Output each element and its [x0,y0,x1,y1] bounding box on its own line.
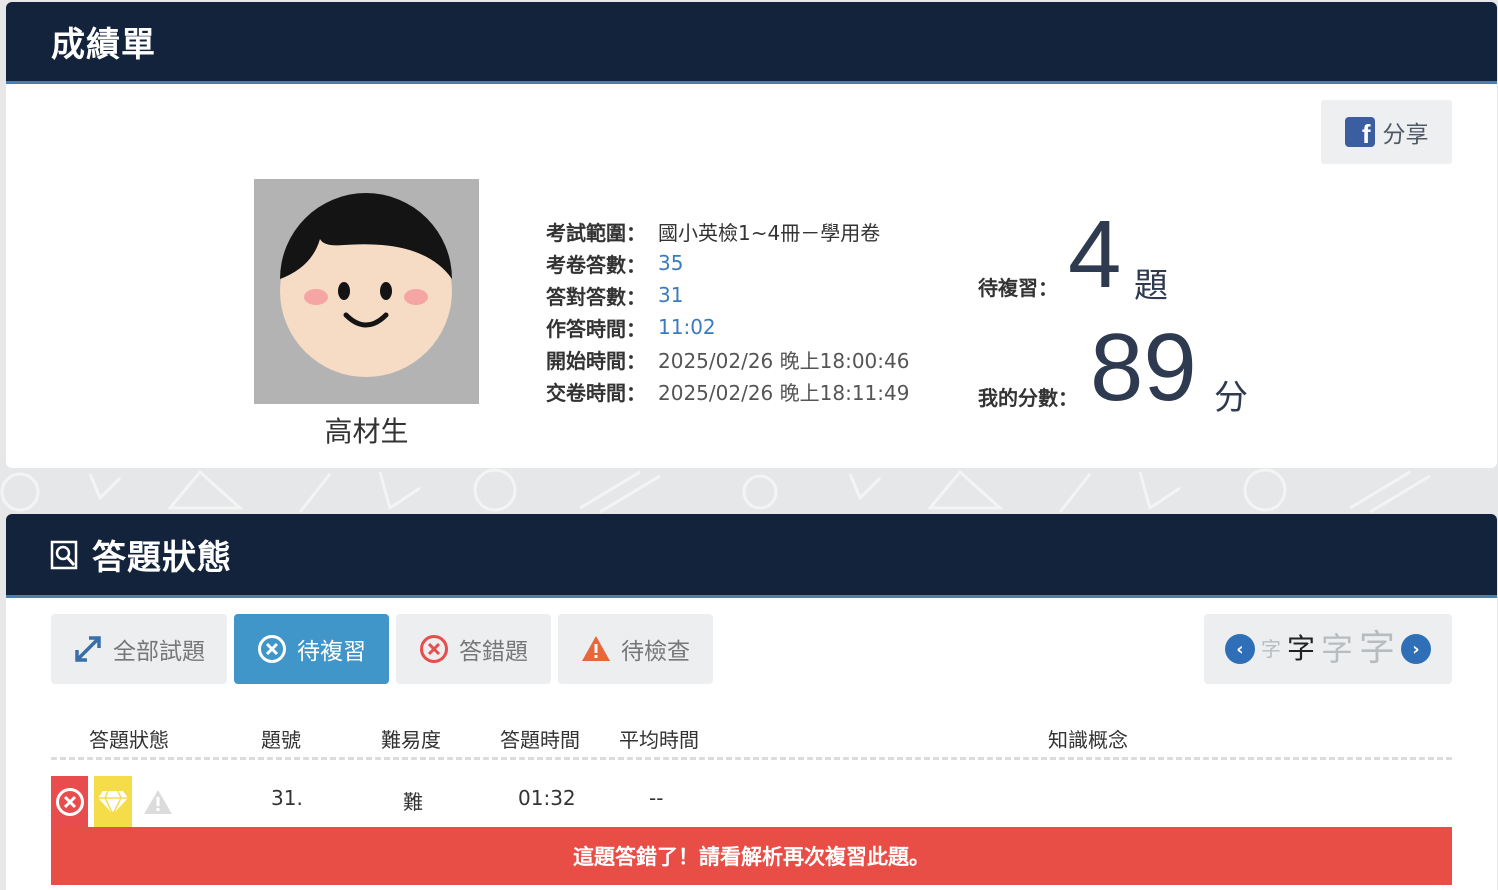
x-circle-red-icon [420,635,448,663]
info-label: 交卷時間： [546,380,646,405]
wrong-answer-alert: 這題答錯了！請看解析再次複習此題。 [51,827,1452,885]
score-unit: 分 [1214,378,1248,418]
col-difficulty: 難易度 [381,728,441,752]
font-size-option[interactable]: 字 [1359,631,1395,667]
pending-review-count: 4 [1068,201,1122,308]
report-header: 成績單 [6,2,1497,84]
share-button[interactable]: f 分享 [1321,100,1452,164]
info-value: 國小英檢1~4冊－學用卷 [658,220,881,245]
table-row[interactable]: 31. 難 01:32 -- [51,776,1452,828]
diamond-icon [98,790,128,815]
x-circle-icon [258,635,286,663]
smiling-face-avatar-icon [280,193,452,377]
facebook-icon: f [1344,117,1375,147]
info-label: 答對答數： [546,284,646,309]
info-value: 35 [658,251,684,275]
warning-icon [582,636,610,661]
font-size-prev-button[interactable]: ‹ [1224,634,1255,664]
document-search-icon [50,540,78,569]
question-avg-time: -- [649,786,664,810]
info-label: 考試範圍： [546,220,646,245]
tab-to-check[interactable]: 待檢查 [558,614,713,684]
info-row-correct: 答對答數： 31 [546,279,909,311]
question-number: 31. [271,786,303,810]
info-row-duration: 作答時間： 11:02 [546,311,909,343]
info-value: 11:02 [658,315,716,339]
col-number: 題號 [261,728,301,752]
tab-label: 待複習 [297,639,366,665]
tab-pending-review[interactable]: 待複習 [234,614,389,684]
background-doodle-pattern [0,468,1431,514]
avatar [254,179,479,404]
tab-label: 全部試題 [113,639,205,665]
font-size-next-button[interactable]: › [1401,634,1432,664]
check-status-badge [139,776,177,828]
col-status: 答題狀態 [89,728,169,752]
info-value: 2025/02/26 晚上18:11:49 [658,380,910,405]
question-difficulty: 難 [403,790,423,814]
report-card: 成績單 f 分享 高材生 考試範圍： 國小英檢1~4冊－學用卷 考卷答數： 35… [6,2,1497,468]
wrong-status-badge [51,776,88,828]
status-header: 答題狀態 [6,514,1497,598]
tab-label: 待檢查 [621,639,690,665]
info-value: 31 [658,283,684,307]
expand-icon [75,636,101,662]
font-size-option[interactable]: 字 [1261,639,1281,659]
report-title: 成績單 [51,25,156,65]
info-value: 2025/02/26 晚上18:00:46 [658,348,910,373]
question-answer-time: 01:32 [518,786,576,810]
warning-icon [144,790,172,814]
x-circle-icon [55,788,84,816]
score-value: 89 [1090,314,1197,421]
info-row-submit: 交卷時間： 2025/02/26 晚上18:11:49 [546,375,909,407]
tab-label: 答錯題 [459,639,528,665]
score-label: 我的分數： [978,386,1078,410]
share-label: 分享 [1382,122,1429,148]
info-row-range: 考試範圍： 國小英檢1~4冊－學用卷 [546,215,909,247]
status-title: 答題狀態 [92,538,232,578]
col-concept: 知識概念 [1048,728,1128,752]
col-avg-time: 平均時間 [619,728,699,752]
font-size-control: ‹ 字 字 字 字 › [1204,614,1452,684]
info-row-total: 考卷答數： 35 [546,247,909,279]
pending-review-label: 待複習： [978,276,1058,300]
avatar-name: 高材生 [324,415,409,448]
table-header: 答題狀態 題號 難易度 答題時間 平均時間 知識概念 [51,714,1452,760]
info-label: 考卷答數： [546,252,646,277]
pending-review-unit: 題 [1134,266,1168,306]
font-size-option[interactable]: 字 [1321,633,1353,665]
exam-info: 考試範圍： 國小英檢1~4冊－學用卷 考卷答數： 35 答對答數： 31 作答時… [546,215,909,407]
gem-status-badge [94,776,132,828]
font-size-option-selected[interactable]: 字 [1287,635,1315,663]
info-label: 開始時間： [546,348,646,373]
tab-all-questions[interactable]: 全部試題 [51,614,227,684]
info-label: 作答時間： [546,316,646,341]
tab-wrong-answers[interactable]: 答錯題 [396,614,551,684]
col-answer-time: 答題時間 [500,728,580,752]
answer-status-card: 答題狀態 全部試題 待複習 答錯題 待檢查 ‹ 字 字 字 字 › 答題狀態 題… [6,514,1497,890]
info-row-start: 開始時間： 2025/02/26 晚上18:00:46 [546,343,909,375]
